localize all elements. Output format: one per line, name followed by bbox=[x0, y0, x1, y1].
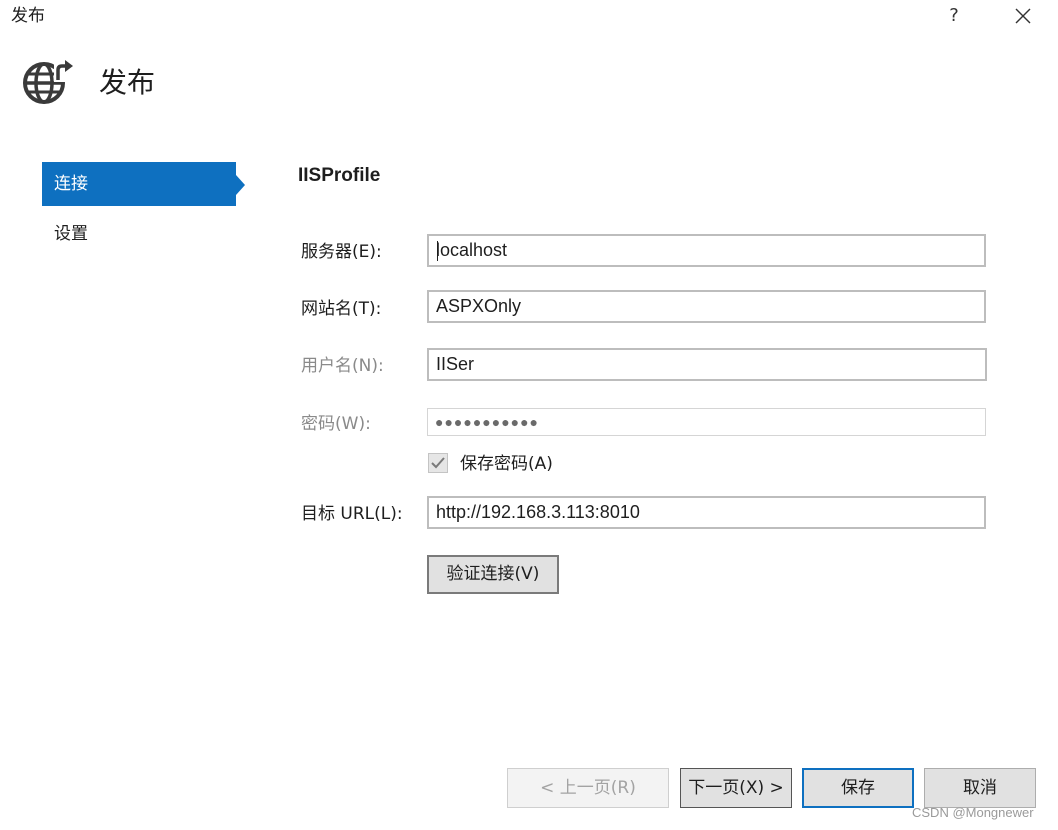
username-label: 用户名(N): bbox=[301, 356, 384, 376]
username-input[interactable]: IISer bbox=[427, 348, 987, 381]
save-password-checkbox[interactable] bbox=[428, 453, 448, 473]
save-password-label[interactable]: 保存密码(A) bbox=[460, 452, 553, 476]
checkmark-icon bbox=[431, 457, 445, 469]
server-label: 服务器(E): bbox=[301, 242, 382, 262]
close-button[interactable] bbox=[1009, 3, 1037, 29]
globe-publish-icon bbox=[20, 56, 74, 108]
previous-button[interactable]: < 上一页(R) bbox=[507, 768, 669, 808]
password-value: ●●●●●●●●●●● bbox=[435, 414, 540, 430]
nav-active-arrow bbox=[236, 175, 245, 195]
password-input[interactable]: ●●●●●●●●●●● bbox=[427, 408, 986, 436]
close-icon bbox=[1015, 8, 1031, 24]
verify-connection-button[interactable]: 验证连接(V) bbox=[427, 555, 559, 594]
watermark: CSDN @Mongnewer bbox=[912, 805, 1034, 820]
server-input[interactable]: localhost bbox=[427, 234, 986, 267]
server-value: localhost bbox=[436, 240, 508, 260]
save-button[interactable]: 保存 bbox=[802, 768, 914, 808]
site-name-input[interactable]: ASPXOnly bbox=[427, 290, 986, 323]
site-name-label: 网站名(T): bbox=[301, 299, 382, 319]
nav-item-connection[interactable]: 连接 bbox=[42, 162, 236, 206]
profile-name: IISProfile bbox=[298, 165, 381, 186]
text-caret bbox=[437, 241, 438, 261]
target-url-input[interactable]: http://192.168.3.113:8010 bbox=[427, 496, 986, 529]
target-url-value: http://192.168.3.113:8010 bbox=[436, 502, 640, 522]
window-title: 发布 bbox=[11, 6, 45, 26]
username-value: IISer bbox=[436, 354, 475, 374]
page-title: 发布 bbox=[99, 66, 156, 99]
nav-item-settings[interactable]: 设置 bbox=[42, 212, 236, 256]
target-url-label: 目标 URL(L): bbox=[301, 504, 403, 524]
password-label: 密码(W): bbox=[301, 414, 371, 434]
next-button[interactable]: 下一页(X) > bbox=[680, 768, 792, 808]
help-button[interactable]: ? bbox=[940, 3, 968, 29]
site-name-value: ASPXOnly bbox=[436, 296, 522, 316]
cancel-button[interactable]: 取消 bbox=[924, 768, 1036, 808]
